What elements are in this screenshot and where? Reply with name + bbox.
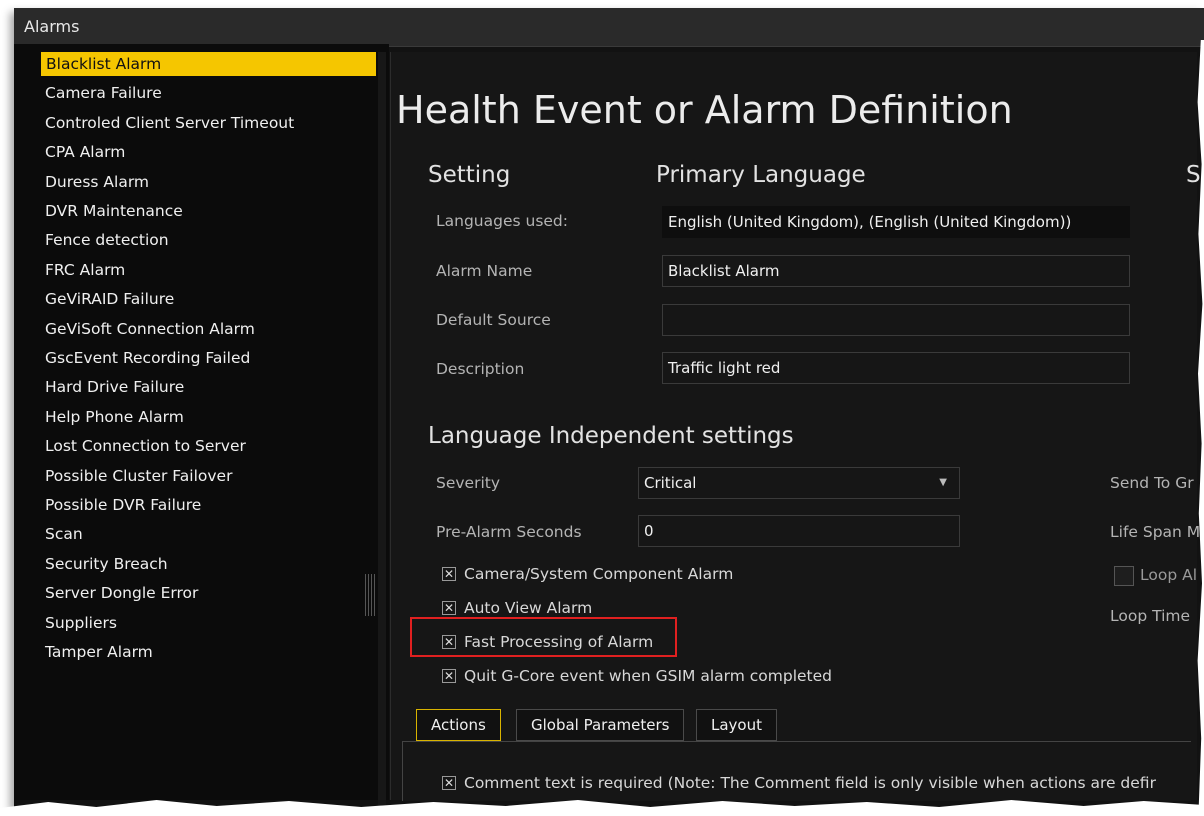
severity-select[interactable]: Critical ▼ [638,467,960,499]
prealarm-input[interactable]: 0 [638,515,960,547]
sidebar-item[interactable]: Security Breach [40,552,370,576]
sidebar-item[interactable]: Duress Alarm [40,170,370,194]
send-to-label: Send To Gr [1110,474,1194,492]
sidebar-item[interactable]: Hard Drive Failure [40,375,370,399]
sidebar-item[interactable]: Server Dongle Error [40,581,370,605]
loop-label: Loop Al [1140,566,1198,584]
auto-view-checkbox[interactable]: ✕ [442,601,456,615]
severity-label: Severity [436,474,501,492]
quit-gcore-checkbox[interactable]: ✕ [442,669,456,683]
tab-layout[interactable]: Layout [696,709,777,741]
loop-checkbox[interactable] [1114,566,1134,586]
sidebar-item[interactable]: GscEvent Recording Failed [40,346,370,370]
life-span-label: Life Span M [1110,523,1201,541]
sidebar-item[interactable]: GeViRAID Failure [40,287,370,311]
alarm-name-input[interactable]: Blacklist Alarm [662,255,1130,287]
camera-system-checkbox[interactable]: ✕ [442,567,456,581]
annotation-highlight-box [410,617,677,657]
tab-panel-actions [402,741,1191,801]
sidebar-item[interactable]: Controled Client Server Timeout [40,111,370,135]
sidebar-item[interactable]: GeViSoft Connection Alarm [40,317,370,341]
sidebar-item[interactable]: Lost Connection to Server [40,434,370,458]
sidebar-item[interactable]: Fence detection [40,228,370,252]
severity-value: Critical [644,474,697,492]
section-partial-right: S [1186,162,1201,188]
default-source-input[interactable] [662,304,1130,336]
sidebar-item[interactable]: Possible Cluster Failover [40,464,370,488]
default-source-label: Default Source [436,311,551,329]
camera-system-label: Camera/System Component Alarm [464,565,734,583]
sidebar-item[interactable]: Tamper Alarm [40,640,370,664]
sidebar-item[interactable]: DVR Maintenance [40,199,370,223]
sidebar-item[interactable]: Suppliers [40,611,370,635]
page-title: Health Event or Alarm Definition [396,88,1013,132]
chevron-down-icon[interactable]: ▼ [939,468,947,498]
section-setting: Setting [428,162,511,188]
tab-global-parameters[interactable]: Global Parameters [516,709,685,741]
pane-splitter[interactable] [378,52,386,808]
sidebar-item[interactable]: Possible DVR Failure [40,493,370,517]
loop-time-label: Loop Time [1110,607,1191,625]
tab-actions[interactable]: Actions [416,709,501,741]
auto-view-label: Auto View Alarm [464,599,593,617]
languages-used-value: English (United Kingdom), (English (Unit… [662,206,1130,238]
alarm-name-label: Alarm Name [436,262,533,280]
language-independent-heading: Language Independent settings [428,423,794,449]
sidebar-item[interactable]: CPA Alarm [40,140,370,164]
description-input[interactable]: Traffic light red [662,352,1130,384]
languages-used-label: Languages used: [436,212,568,230]
comment-required-checkbox[interactable]: ✕ [442,776,456,790]
sidebar-item[interactable]: Scan [40,522,370,546]
comment-required-label: Comment text is required (Note: The Comm… [464,774,1156,792]
sidebar-item[interactable]: Blacklist Alarm [41,52,376,76]
window-title: Alarms [24,17,80,36]
sidebar-item[interactable]: Help Phone Alarm [40,405,370,429]
sidebar-item[interactable]: Camera Failure [40,81,370,105]
prealarm-label: Pre-Alarm Seconds [436,523,582,541]
splitter-grip-icon[interactable] [365,574,375,616]
quit-gcore-label: Quit G-Core event when GSIM alarm comple… [464,667,832,685]
description-label: Description [436,360,525,378]
section-primary-language: Primary Language [656,162,866,188]
sidebar-item[interactable]: FRC Alarm [40,258,370,282]
title-bar: Alarms [14,8,1204,47]
